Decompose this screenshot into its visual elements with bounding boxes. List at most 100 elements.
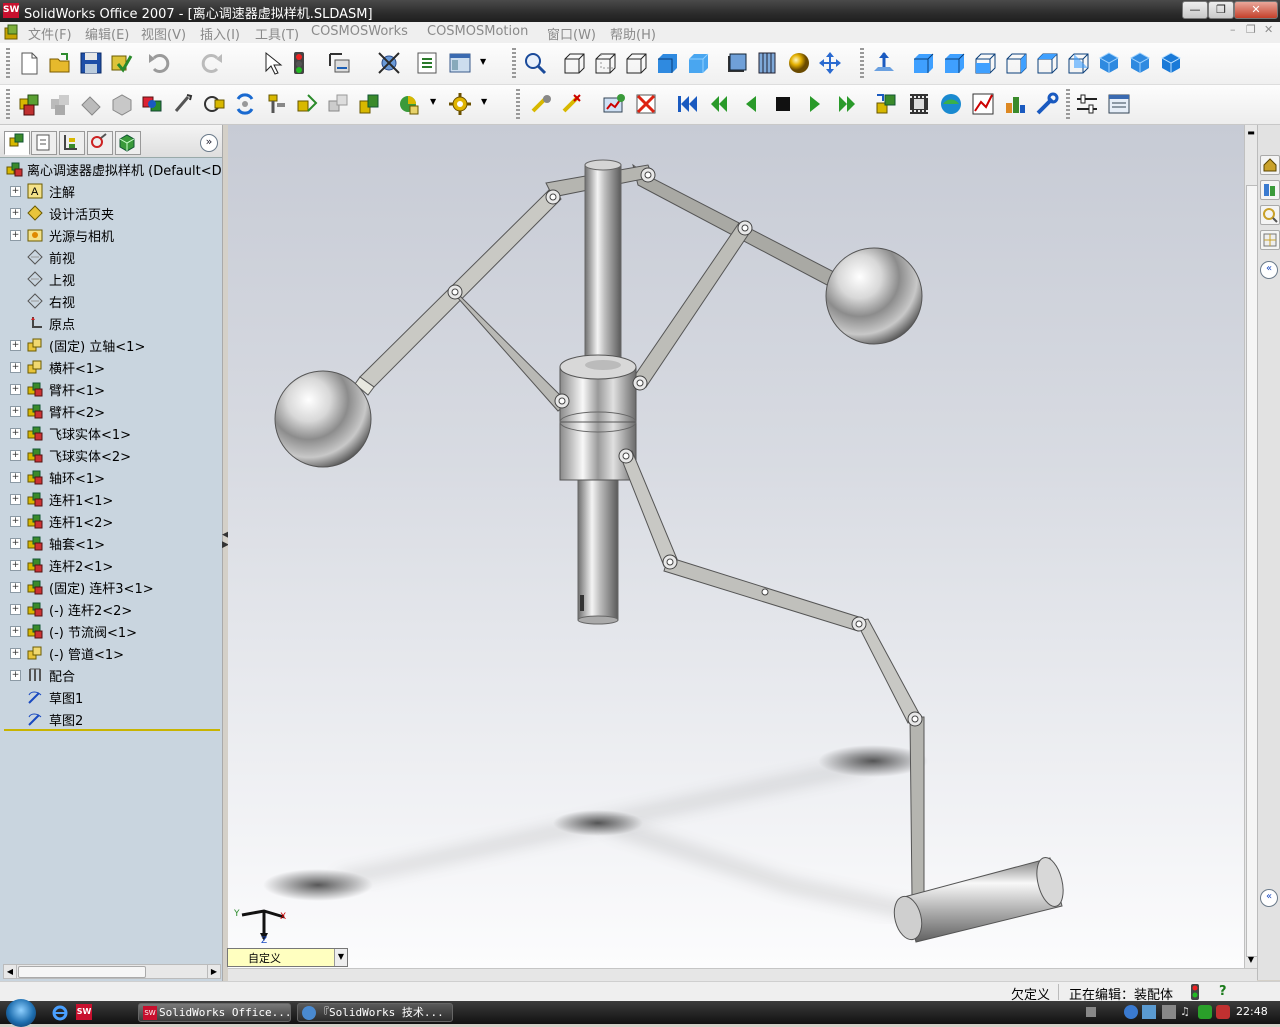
scroll-thumb[interactable] xyxy=(18,966,146,978)
menu-cosmosmotion[interactable]: COSMOSMotion xyxy=(427,24,528,39)
animation-icon[interactable] xyxy=(906,91,932,117)
expand-icon[interactable]: + xyxy=(10,340,21,351)
motion-joint-icon[interactable] xyxy=(529,91,555,117)
view-left-icon[interactable] xyxy=(623,50,649,76)
expand-taskpane-icon[interactable]: « xyxy=(1260,261,1278,279)
results-chart-icon[interactable] xyxy=(1002,91,1028,117)
plot-icon[interactable] xyxy=(970,91,996,117)
save-icon[interactable] xyxy=(78,50,104,76)
hidden-lines-icon[interactable] xyxy=(754,50,780,76)
document-icon[interactable] xyxy=(3,24,20,41)
normal-to-icon[interactable] xyxy=(871,50,897,76)
configuration-manager-tab[interactable] xyxy=(59,131,85,155)
tree-node[interactable]: 前视 xyxy=(0,246,222,268)
tree-root[interactable]: 离心调速器虚拟样机 (Default<D xyxy=(0,158,222,180)
motion-part-icon[interactable] xyxy=(447,91,473,117)
iso-view-9-icon[interactable] xyxy=(1158,50,1184,76)
expand-icon[interactable]: + xyxy=(10,406,21,417)
view-palette-icon[interactable] xyxy=(1260,230,1280,250)
expand-icon[interactable]: + xyxy=(10,450,21,461)
menu-tools[interactable]: 工具(T) xyxy=(255,24,299,43)
iso-view-7-icon[interactable] xyxy=(1096,50,1122,76)
iso-view-3-icon[interactable] xyxy=(972,50,998,76)
scroll-left-icon[interactable]: ◀ xyxy=(4,965,17,978)
chevron-down-icon[interactable]: ▼ xyxy=(481,97,487,106)
view-orientation-dropdown[interactable]: 自定义 ▼ xyxy=(227,948,348,967)
step-forward-icon[interactable] xyxy=(834,91,860,117)
keyboard-tray-icon[interactable] xyxy=(1086,1007,1096,1017)
tree-node[interactable]: + 设计活页夹 xyxy=(0,202,222,224)
expand-icon[interactable]: + xyxy=(10,472,21,483)
motion-settings-icon[interactable] xyxy=(1074,91,1100,117)
tree-node[interactable]: + 光源与相机 xyxy=(0,224,222,246)
expand-icon[interactable]: + xyxy=(10,428,21,439)
iso-view-4-icon[interactable] xyxy=(1003,50,1029,76)
tree-node[interactable]: + 配合 xyxy=(0,664,222,686)
antivirus-tray-icon[interactable] xyxy=(1216,1005,1230,1019)
toolbar-grip[interactable] xyxy=(1066,89,1070,119)
toolbar-grip[interactable] xyxy=(512,48,516,78)
tree-node[interactable]: 原点 xyxy=(0,312,222,334)
shaded-icon[interactable] xyxy=(654,50,680,76)
iso-view-1-icon[interactable] xyxy=(910,50,936,76)
link-left[interactable] xyxy=(449,288,569,412)
graphics-area[interactable]: Y X Z xyxy=(228,125,1244,968)
doc-close-button[interactable]: ✕ xyxy=(1264,23,1273,36)
motion-options-icon[interactable] xyxy=(1034,91,1060,117)
network-tray-icon[interactable] xyxy=(1124,1005,1138,1019)
menu-cosmosworks[interactable]: COSMOSWorks xyxy=(311,24,408,39)
expand-icon[interactable]: + xyxy=(10,494,21,505)
expand-icon[interactable]: + xyxy=(10,186,21,197)
tree-node[interactable]: 草图1 xyxy=(0,686,222,708)
rewind-icon[interactable] xyxy=(674,91,700,117)
tree-node[interactable]: + 连杆1<2> xyxy=(0,510,222,532)
expand-icon[interactable]: + xyxy=(10,230,21,241)
display-manager-tab[interactable] xyxy=(115,131,141,155)
restore-button[interactable]: ❐ xyxy=(1208,1,1234,19)
panel-horizontal-scrollbar[interactable]: ◀ ▶ xyxy=(3,964,221,979)
dimxpert-tab[interactable] xyxy=(87,131,113,155)
tree-node[interactable]: + (固定) 连杆3<1> xyxy=(0,576,222,598)
start-button-icon[interactable] xyxy=(6,999,36,1027)
link-right[interactable] xyxy=(632,222,751,388)
feature-manager-tab[interactable] xyxy=(4,131,30,155)
viewport-vertical-scrollbar[interactable]: ▬ ▼ xyxy=(1244,125,1258,968)
chevron-down-icon[interactable]: ▼ xyxy=(430,97,436,106)
menu-help[interactable]: 帮助(H) xyxy=(610,24,656,43)
tree-node[interactable]: + 连杆2<1> xyxy=(0,554,222,576)
centrifugal-governor-model[interactable] xyxy=(228,125,1244,968)
property-manager-tab[interactable] xyxy=(31,131,57,155)
expand-icon[interactable]: + xyxy=(10,208,21,219)
property-icon[interactable] xyxy=(414,50,440,76)
tree-node[interactable]: + 臂杆<1> xyxy=(0,378,222,400)
iso-view-5-icon[interactable] xyxy=(1034,50,1060,76)
trace-icon[interactable] xyxy=(938,91,964,117)
tree-node[interactable]: 右视 xyxy=(0,290,222,312)
select-icon[interactable] xyxy=(258,50,284,76)
hide-component-icon[interactable] xyxy=(47,91,73,117)
section-view-icon[interactable] xyxy=(724,50,750,76)
expand-icon[interactable]: + xyxy=(10,516,21,527)
suppress-icon[interactable] xyxy=(201,91,227,117)
tree-node[interactable]: + 飞球实体<2> xyxy=(0,444,222,466)
realview-icon[interactable] xyxy=(786,50,812,76)
taskbar-solidworks[interactable]: SW SolidWorks Office... xyxy=(138,1003,291,1022)
expand-icon[interactable]: + xyxy=(10,538,21,549)
explode-icon[interactable] xyxy=(232,91,258,117)
tree-node[interactable]: + (-) 节流阀<1> xyxy=(0,620,222,642)
scroll-down-icon[interactable]: ▼ xyxy=(1245,955,1257,965)
home-icon[interactable] xyxy=(1260,155,1280,175)
menu-edit[interactable]: 编辑(E) xyxy=(85,24,129,43)
minimize-button[interactable]: — xyxy=(1182,1,1208,19)
iso-view-6-icon[interactable] xyxy=(1065,50,1091,76)
help-icon[interactable]: ? xyxy=(1219,984,1227,999)
view-front-icon[interactable] xyxy=(561,50,587,76)
zoom-fit-icon[interactable] xyxy=(522,50,548,76)
solidworks-quicklaunch-icon[interactable]: SW xyxy=(76,1004,92,1020)
linkage-arm[interactable] xyxy=(618,448,925,898)
iso-view-8-icon[interactable] xyxy=(1127,50,1153,76)
delete-simulation-icon[interactable] xyxy=(633,91,659,117)
toolbar-grip[interactable] xyxy=(860,48,864,78)
interference-icon[interactable] xyxy=(294,91,320,117)
toolbar-grip[interactable] xyxy=(516,89,520,119)
